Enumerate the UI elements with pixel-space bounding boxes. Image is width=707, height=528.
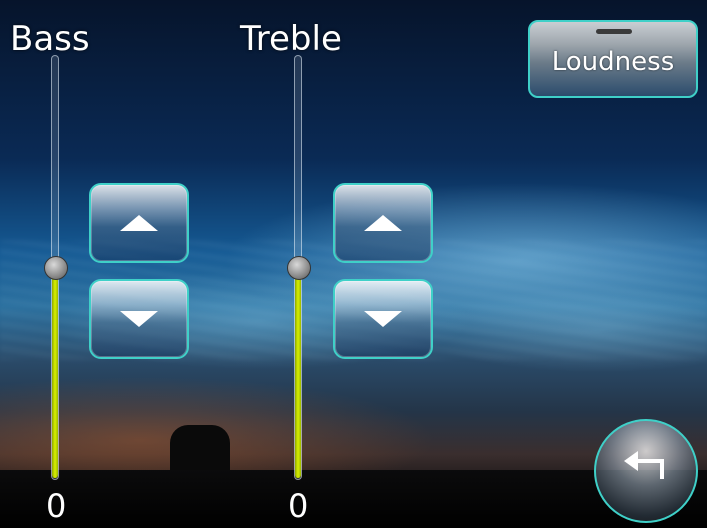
back-button[interactable] — [594, 419, 698, 523]
treble-slider[interactable] — [287, 55, 311, 480]
bass-slider[interactable] — [44, 55, 68, 480]
triangle-down-icon — [364, 311, 402, 327]
treble-slider-level-fill — [295, 267, 301, 478]
loudness-indicator — [596, 29, 632, 34]
bass-up-button[interactable] — [89, 183, 189, 263]
bass-slider-level-fill — [52, 267, 58, 478]
treble-slider-thumb[interactable] — [287, 256, 311, 280]
triangle-up-icon — [364, 215, 402, 231]
treble-value: 0 — [288, 487, 309, 525]
treble-down-button[interactable] — [333, 279, 433, 359]
loudness-label: Loudness — [551, 47, 675, 77]
treble-label: Treble — [240, 19, 342, 59]
return-arrow-icon — [624, 451, 664, 479]
triangle-up-icon — [120, 215, 158, 231]
bass-down-button[interactable] — [89, 279, 189, 359]
triangle-down-icon — [120, 311, 158, 327]
bass-slider-thumb[interactable] — [44, 256, 68, 280]
treble-up-button[interactable] — [333, 183, 433, 263]
bass-label: Bass — [10, 19, 90, 59]
loudness-button[interactable]: Loudness — [528, 20, 698, 98]
bass-value: 0 — [46, 487, 67, 525]
